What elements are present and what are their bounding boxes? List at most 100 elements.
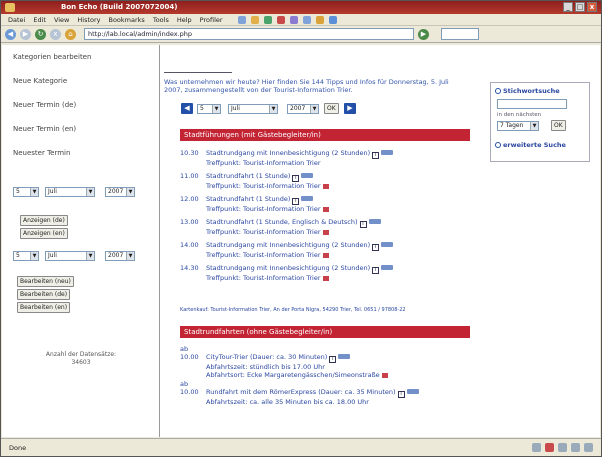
sidebar-link-edit-categories[interactable]: Kategorien bearbeiten <box>13 53 91 61</box>
year-select[interactable]: 2007 ▼ <box>105 187 135 197</box>
event-link[interactable]: Stadtrundfahrt (1 Stunde) <box>206 195 290 203</box>
month-select-2[interactable]: Juli ▼ <box>45 251 95 261</box>
extension-icon[interactable] <box>237 15 246 24</box>
menu-bar: Datei Edit View History Bookmarks Tools … <box>1 14 601 26</box>
flag-icon <box>322 207 329 212</box>
status-bar: Done <box>1 438 601 456</box>
info-icon[interactable]: i <box>359 221 367 228</box>
nav-ok-button[interactable]: OK <box>324 103 339 114</box>
main-column: Was unternehmen wir heute? Hier finden S… <box>162 45 478 437</box>
pencil-icon[interactable] <box>250 15 259 24</box>
menu-tools[interactable]: Tools <box>150 16 172 24</box>
event-link[interactable]: CityTour-Trier (Dauer: ca. 30 Minuten) <box>206 353 327 361</box>
month-select[interactable]: Juli ▼ <box>45 187 95 197</box>
show-de-button[interactable]: Anzeigen (de) <box>20 215 68 226</box>
home-icon[interactable]: ⌂ <box>65 28 76 40</box>
extended-search-link[interactable]: erweiterte Suche <box>503 141 566 149</box>
info-icon[interactable]: i <box>397 391 405 398</box>
security-icon[interactable] <box>532 443 541 452</box>
stop-icon[interactable] <box>276 15 285 24</box>
nav-month-select[interactable]: Juli ▼ <box>228 104 278 114</box>
menu-view[interactable]: View <box>51 16 72 24</box>
check-icon[interactable] <box>328 15 337 24</box>
event-link[interactable]: Stadtrundfahrt (1 Stunde) <box>206 172 290 180</box>
next-day-icon[interactable]: ▶ <box>344 103 356 114</box>
tools-icon[interactable] <box>315 15 324 24</box>
flag-icon <box>322 184 329 189</box>
info-icon[interactable]: i <box>292 175 300 182</box>
reload-icon[interactable]: ↻ <box>35 28 46 40</box>
menu-help[interactable]: Help <box>174 16 195 24</box>
sidebar-link-new-category[interactable]: Neue Kategorie <box>13 77 67 85</box>
event-link[interactable]: Stadtrundgang mit Innenbesichtigung (2 S… <box>206 149 370 157</box>
info-icon[interactable]: i <box>329 356 337 363</box>
menu-history[interactable]: History <box>74 16 103 24</box>
list-item: 10.30 Stadtrundgang mit Innenbesichtigung… <box>180 149 470 167</box>
menu-profiler[interactable]: Profiler <box>197 16 226 24</box>
list-item: 14.00 Stadtrundgang mit Innenbesichtigung… <box>180 241 470 259</box>
info-icon[interactable]: i <box>372 152 380 159</box>
show-en-button[interactable]: Anzeigen (en) <box>20 228 68 239</box>
record-count-value: 34603 <box>71 359 91 366</box>
minimize-icon[interactable]: _ <box>563 2 573 12</box>
page-info-icon[interactable] <box>558 443 567 452</box>
flag-icon <box>322 230 329 235</box>
prev-day-icon[interactable]: ◀ <box>181 103 193 114</box>
flag-icon <box>322 253 329 258</box>
nav-year-select[interactable]: 2007 ▼ <box>287 104 319 114</box>
nav-day-select[interactable]: 5 ▼ <box>197 104 221 114</box>
range-label: in den nächsten <box>497 112 542 118</box>
range-select[interactable]: 7 Tagen ▼ <box>497 121 539 131</box>
edit-new-button[interactable]: Bearbeiten (neu) <box>17 276 74 287</box>
status-text: Done <box>9 444 27 452</box>
edit-en-button[interactable]: Bearbeiten (en) <box>17 302 71 313</box>
bus-icon <box>301 196 314 201</box>
maximize-icon[interactable]: □ <box>575 2 585 12</box>
menu-bookmarks[interactable]: Bookmarks <box>106 16 148 24</box>
menu-file[interactable]: Datei <box>5 16 28 24</box>
back-icon[interactable]: ◀ <box>5 28 16 40</box>
menu-edit[interactable]: Edit <box>30 16 49 24</box>
sidebar-link-new-event-en[interactable]: Neuer Termin (en) <box>13 125 76 133</box>
go-icon[interactable]: ▶ <box>418 28 429 40</box>
bus-icon <box>381 265 394 270</box>
search-input[interactable] <box>441 28 479 40</box>
forward-icon[interactable]: ▶ <box>20 28 31 40</box>
record-count-label: Anzahl der Datensätze: <box>45 351 117 358</box>
addon-icon[interactable] <box>545 443 554 452</box>
bus-icon <box>301 173 314 178</box>
feed-icon[interactable] <box>584 443 593 452</box>
edit-de-button[interactable]: Bearbeiten (de) <box>17 289 71 300</box>
stop-load-icon[interactable]: x <box>50 28 61 40</box>
info-icon[interactable]: i <box>292 198 300 205</box>
list-item: 11.00 Stadtrundfahrt (1 Stunde) i Treffpun… <box>180 172 470 190</box>
url-input[interactable]: http://lab.local/admin/index.php <box>84 28 414 40</box>
sidebar-link-latest-event[interactable]: Neuester Termin <box>13 149 70 157</box>
list-item: 13.00 Stadtrundfahrt (1 Stunde, Englisch … <box>180 218 470 236</box>
event-link[interactable]: Stadtrundgang mit Innenbesichtigung (2 S… <box>206 241 370 249</box>
search-ok-button[interactable]: OK <box>551 120 566 131</box>
css-icon[interactable] <box>289 15 298 24</box>
day-select[interactable]: 5 ▼ <box>13 187 39 197</box>
day-select-2[interactable]: 5 ▼ <box>13 251 39 261</box>
event-link[interactable]: Stadtrundfahrt (1 Stunde, Englisch & Deu… <box>206 218 358 226</box>
navigation-toolbar: ◀ ▶ ↻ x ⌂ http://lab.local/admin/index.p… <box>1 26 601 43</box>
event-link[interactable]: Stadtrundgang mit Innenbesichtigung (2 S… <box>206 264 370 272</box>
info-icon[interactable]: i <box>372 267 380 274</box>
close-icon[interactable]: x <box>587 2 597 12</box>
keyword-search-box: Stichwortsuche in den nächsten 7 Tagen ▼ … <box>490 82 590 162</box>
validator-icon[interactable] <box>571 443 580 452</box>
info-icon[interactable]: i <box>372 244 380 251</box>
section-guided-tours: Stadtführungen (mit Gästebegleiter/in) <box>180 129 470 141</box>
puzzle-icon[interactable] <box>263 15 272 24</box>
sidebar-link-new-event-de[interactable]: Neuer Termin (de) <box>13 101 76 109</box>
list-item: ab 10.00 Rundfahrt mit dem RömerExpress (… <box>180 380 470 406</box>
year-select-2[interactable]: 2007 ▼ <box>105 251 135 261</box>
keyword-search-title: Stichwortsuche <box>503 87 560 95</box>
keyword-input[interactable] <box>497 99 567 109</box>
event-link[interactable]: Rundfahrt mit dem RömerExpress (Dauer: c… <box>206 388 396 396</box>
search-icon <box>495 88 501 94</box>
list-item: 14.30 Stadtrundgang mit Innenbesichtigung… <box>180 264 470 282</box>
info-icon[interactable] <box>302 15 311 24</box>
title-bar: Bon Echo (Build 2007072004) _ □ x <box>1 1 601 14</box>
